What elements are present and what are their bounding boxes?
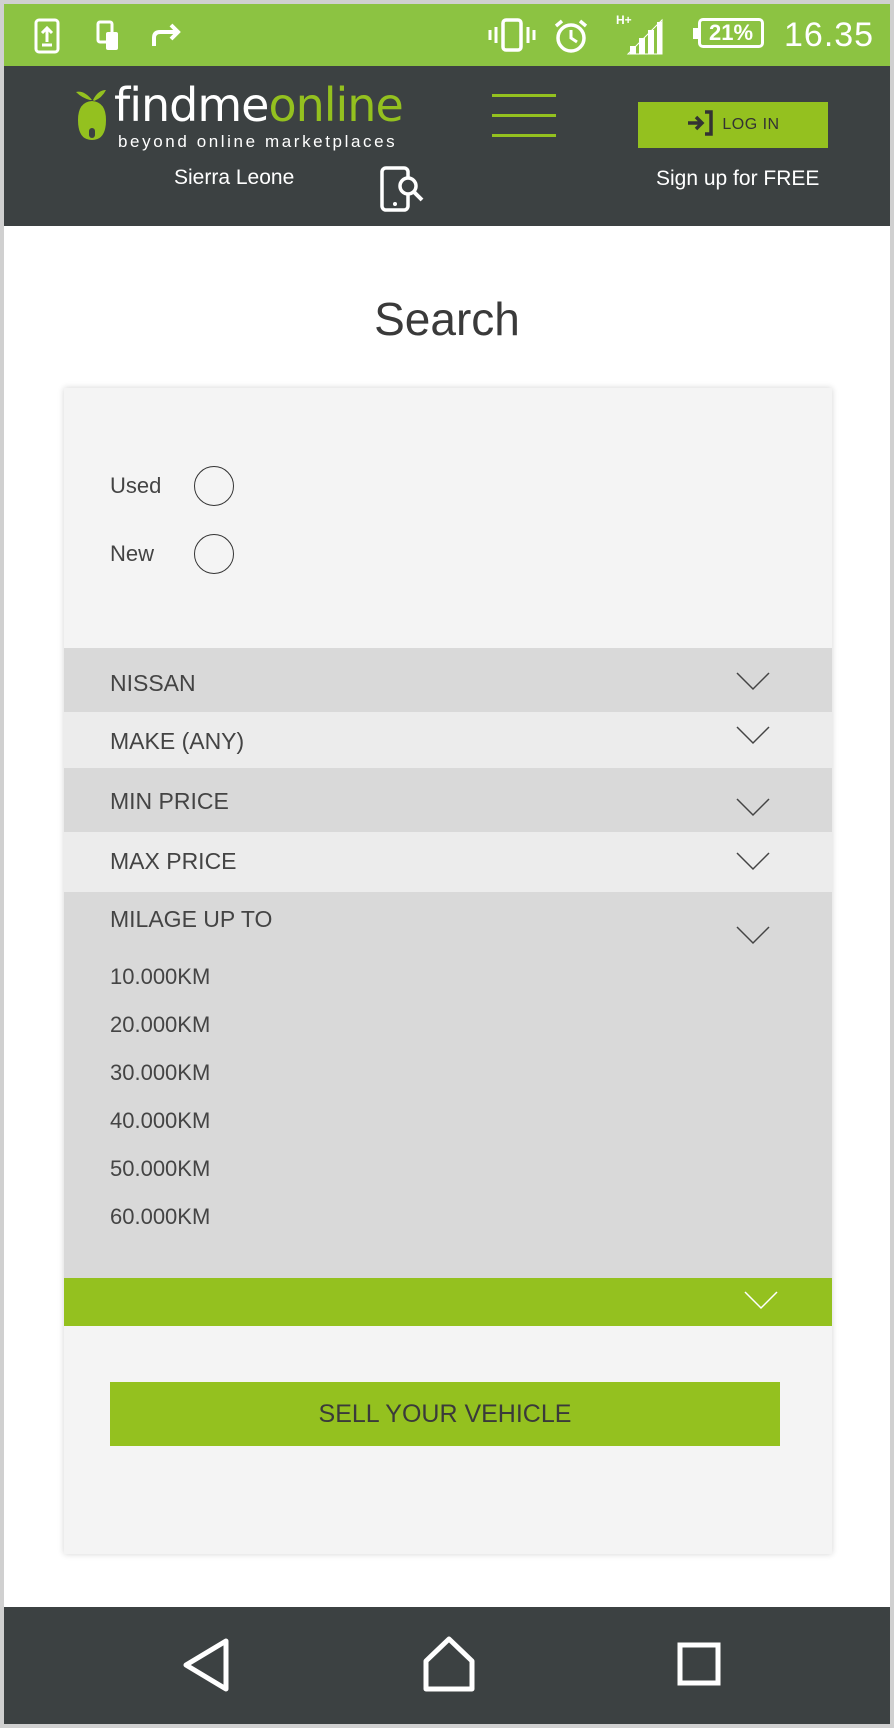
network-type-label: H+ — [616, 13, 632, 27]
android-nav-bar — [4, 1607, 890, 1724]
hamburger-menu-icon[interactable] — [492, 94, 556, 142]
chevron-down-icon — [736, 724, 770, 751]
condition-new-row[interactable]: New — [110, 532, 234, 576]
signup-link[interactable]: Sign up for FREE — [656, 167, 819, 191]
condition-new-radio[interactable] — [194, 534, 234, 574]
share-forward-icon — [150, 18, 186, 52]
logo-word-findme: findme — [114, 78, 269, 132]
milage-dropdown[interactable]: MILAGE UP TO 10.000KM 20.000KM 30.000KM … — [64, 892, 832, 1278]
site-logo[interactable]: findmeonline beyond online marketplaces — [74, 78, 414, 154]
status-bar: H+ 21% 16.35 — [4, 4, 890, 66]
max-price-dropdown-label: MAX PRICE — [110, 848, 237, 874]
login-arrow-icon — [686, 109, 714, 141]
recents-icon[interactable] — [676, 1641, 722, 1692]
make-dropdown[interactable]: MAKE (ANY) — [64, 712, 832, 768]
login-button[interactable]: LOG IN — [638, 102, 828, 148]
min-price-dropdown[interactable]: MIN PRICE — [64, 768, 832, 832]
milage-option[interactable]: 10.000KM — [110, 964, 210, 990]
phone-search-icon[interactable] — [378, 164, 428, 214]
region-label[interactable]: Sierra Leone — [174, 166, 294, 190]
phone-screen: H+ 21% 16.35 findmeonline beyond online … — [4, 4, 890, 1724]
chevron-down-icon — [736, 924, 770, 951]
logo-tagline: beyond online marketplaces — [118, 132, 398, 151]
condition-used-row[interactable]: Used — [110, 464, 234, 508]
make-dropdown-label: MAKE (ANY) — [110, 728, 245, 754]
chevron-down-icon — [736, 796, 770, 823]
more-filters-toggle[interactable] — [64, 1278, 832, 1326]
logo-wordmark: findmeonline — [114, 78, 404, 132]
status-time: 16.35 — [784, 16, 875, 54]
logo-fruit-icon — [74, 88, 110, 149]
home-icon[interactable] — [422, 1635, 476, 1698]
brand-dropdown[interactable]: NISSAN — [64, 648, 832, 712]
site-header: findmeonline beyond online marketplaces … — [4, 66, 890, 226]
login-label: LOG IN — [722, 116, 780, 133]
milage-option[interactable]: 50.000KM — [110, 1156, 210, 1182]
sell-vehicle-button[interactable]: SELL YOUR VEHICLE — [110, 1382, 780, 1446]
chevron-down-icon — [744, 1290, 778, 1315]
brand-dropdown-label: NISSAN — [110, 670, 196, 696]
back-icon[interactable] — [180, 1637, 232, 1698]
milage-option[interactable]: 20.000KM — [110, 1012, 210, 1038]
min-price-dropdown-label: MIN PRICE — [110, 788, 229, 814]
chevron-down-icon — [736, 850, 770, 877]
signal-icon: H+ — [616, 12, 666, 55]
condition-used-radio[interactable] — [194, 466, 234, 506]
max-price-dropdown[interactable]: MAX PRICE — [64, 832, 832, 892]
condition-used-label: Used — [110, 473, 162, 498]
chevron-down-icon — [736, 670, 770, 697]
logo-word-online: online — [268, 78, 403, 132]
milage-dropdown-label: MILAGE UP TO — [110, 906, 273, 932]
milage-option[interactable]: 40.000KM — [110, 1108, 210, 1134]
milage-option[interactable]: 60.000KM — [110, 1204, 210, 1230]
search-filter-card: Used New NISSAN MAKE (ANY) MIN PRICE MAX… — [64, 388, 832, 1554]
vibrate-icon — [488, 18, 536, 52]
battery-icon: 21% — [693, 18, 764, 48]
screen-upload-icon — [34, 18, 60, 54]
alarm-icon — [552, 18, 590, 53]
phone-transfer-icon — [96, 18, 122, 52]
milage-option[interactable]: 30.000KM — [110, 1060, 210, 1086]
page-title: Search — [374, 293, 520, 345]
condition-new-label: New — [110, 541, 155, 566]
